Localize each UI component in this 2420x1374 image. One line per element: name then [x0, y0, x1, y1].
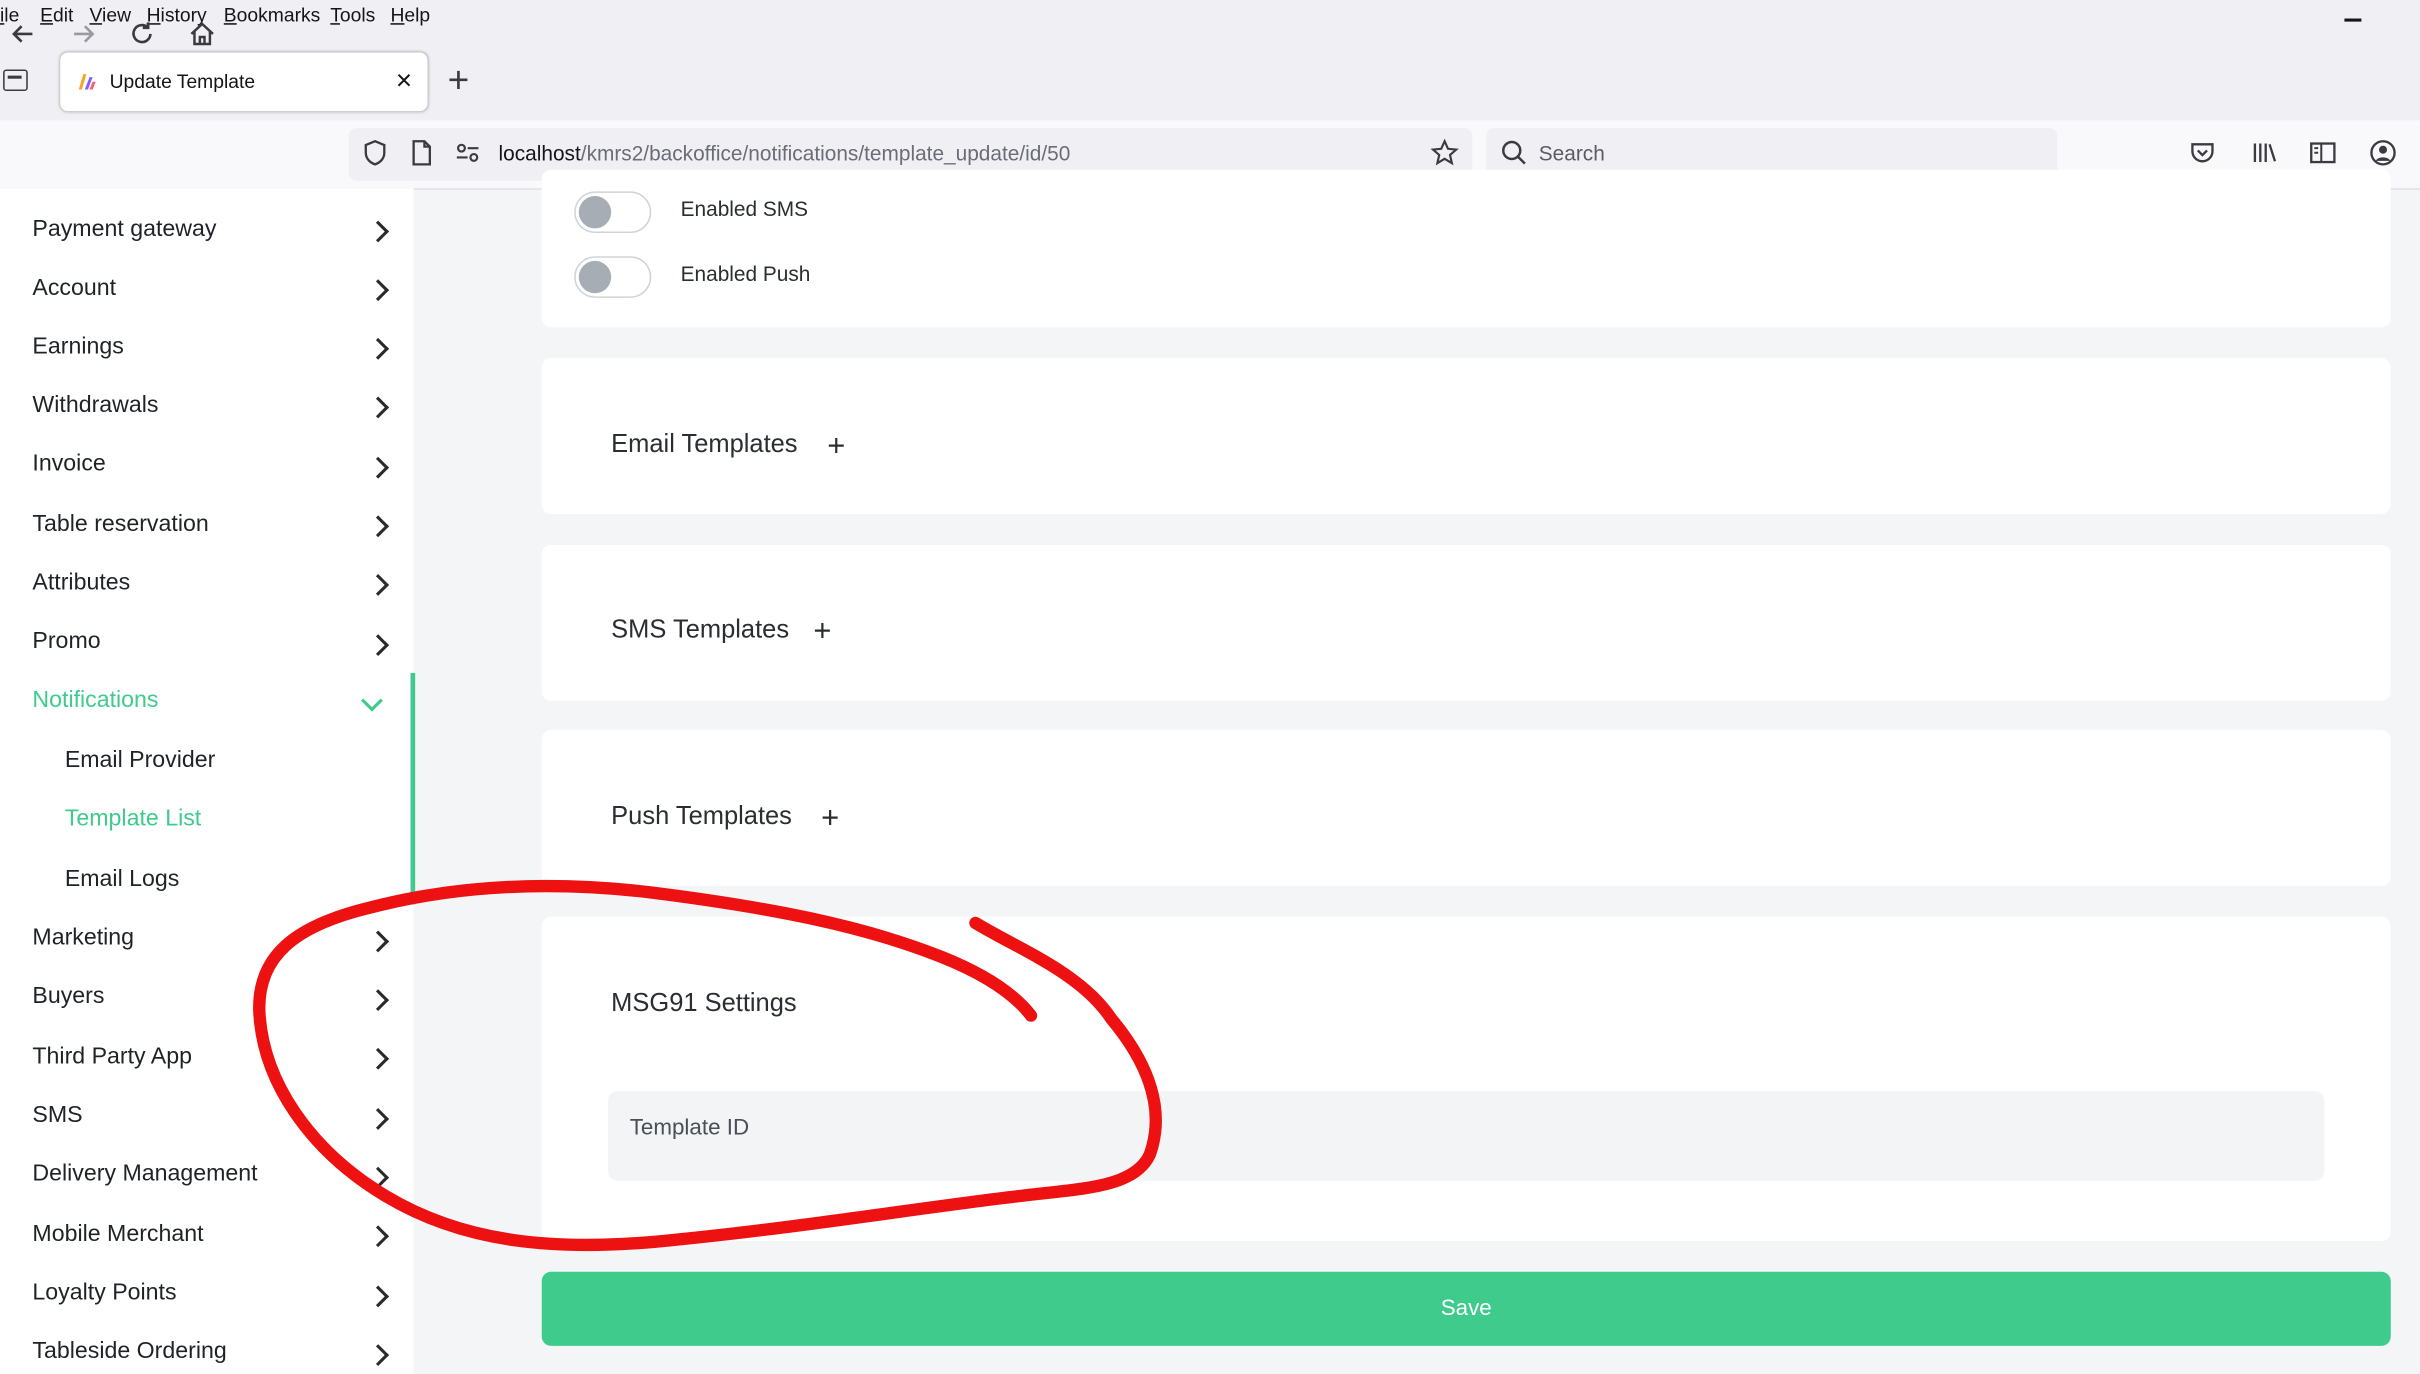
sidebar-scrollbar[interactable]	[410, 672, 416, 905]
enabled-push-label: Enabled Push	[680, 262, 811, 286]
enabled-push-toggle[interactable]	[574, 256, 652, 298]
sidebar-item-loyalty-points[interactable]: Loyalty Points	[32, 1279, 176, 1305]
sidebar-item-buyers[interactable]: Buyers	[32, 983, 104, 1009]
search-icon	[1502, 140, 1526, 165]
push-templates-card	[541, 730, 2391, 886]
sidebar-subitem-email-logs[interactable]: Email Logs	[65, 866, 180, 892]
reload-icon[interactable]	[127, 19, 158, 50]
close-tab-icon[interactable]: ×	[396, 65, 412, 96]
sidebar-item-account[interactable]: Account	[32, 275, 116, 301]
sidebar-subitem-email-provider[interactable]: Email Provider	[65, 747, 216, 773]
notification-channels-card	[541, 169, 2391, 328]
sidebar-item-withdrawals[interactable]: Withdrawals	[32, 392, 158, 418]
sidebar-item-invoice[interactable]: Invoice	[32, 451, 105, 477]
expand-sms-templates-icon[interactable]: +	[813, 616, 831, 647]
permissions-icon[interactable]	[452, 137, 483, 168]
menu-tools[interactable]: Tools	[330, 5, 375, 27]
sidebar-item-earnings[interactable]: Earnings	[32, 333, 123, 359]
template-id-label: Template ID	[629, 1115, 750, 1141]
url-path: /kmrs2/backoffice/notifications/template…	[580, 141, 1071, 166]
tab-update-template[interactable]: Update Template ×	[60, 52, 428, 112]
sidebar-item-delivery-management[interactable]: Delivery Management	[32, 1161, 257, 1187]
back-icon[interactable]	[8, 19, 39, 50]
sidebar-item-sms[interactable]: SMS	[32, 1102, 82, 1128]
sidebar-item-payment-gateway[interactable]: Payment gateway	[32, 216, 216, 242]
save-button[interactable]: Save	[541, 1271, 2391, 1346]
push-templates-title[interactable]: Push Templates	[611, 803, 792, 832]
url-text[interactable]: localhost/kmrs2/backoffice/notifications…	[499, 142, 1071, 165]
template-id-input[interactable]	[608, 1091, 2325, 1181]
sidebar-item-notifications[interactable]: Notifications	[32, 687, 158, 713]
tab-title: Update Template	[109, 70, 256, 93]
new-tab-icon[interactable]: +	[448, 61, 470, 102]
account-icon[interactable]	[2368, 137, 2399, 168]
bookmark-star-icon[interactable]	[1429, 137, 1460, 168]
home-icon[interactable]	[187, 19, 218, 50]
tab-list-icon[interactable]	[3, 69, 28, 92]
sidebar	[0, 188, 416, 1374]
library-icon[interactable]	[2249, 137, 2280, 168]
shield-icon[interactable]	[360, 137, 391, 168]
email-templates-card	[541, 358, 2391, 514]
search-placeholder: Search	[1538, 141, 1605, 166]
sidebar-item-attributes[interactable]: Attributes	[32, 570, 130, 596]
sidebar-subitem-template-list[interactable]: Template List	[65, 806, 201, 832]
url-host: localhost	[498, 141, 581, 166]
page-icon[interactable]	[406, 137, 437, 168]
expand-push-templates-icon[interactable]: +	[821, 803, 839, 834]
sidebar-item-table-reservation[interactable]: Table reservation	[32, 511, 208, 537]
menu-help[interactable]: Help	[390, 5, 430, 27]
sidebar-item-marketing[interactable]: Marketing	[32, 924, 134, 950]
sidebar-toggle-icon[interactable]	[2307, 137, 2338, 168]
forward-icon[interactable]	[68, 19, 99, 50]
expand-email-templates-icon[interactable]: +	[827, 431, 845, 462]
sms-templates-title[interactable]: SMS Templates	[611, 616, 789, 645]
email-templates-title[interactable]: Email Templates	[611, 431, 797, 460]
enabled-sms-toggle[interactable]	[574, 191, 652, 234]
sidebar-item-mobile-merchant[interactable]: Mobile Merchant	[32, 1221, 203, 1247]
enabled-sms-label: Enabled SMS	[680, 197, 809, 221]
sidebar-item-tableside-ordering[interactable]: Tableside Ordering	[32, 1338, 226, 1364]
sidebar-item-promo[interactable]: Promo	[32, 628, 100, 654]
msg91-settings-card	[541, 916, 2391, 1241]
menu-bookmarks[interactable]: Bookmarks	[224, 5, 321, 27]
msg91-settings-title: MSG91 Settings	[611, 989, 797, 1018]
minimize-icon[interactable]	[2344, 18, 2362, 21]
favicon-icon	[78, 74, 96, 90]
menu-bar: ile Edit View History Bookmarks Tools He…	[0, 0, 2420, 34]
pocket-icon[interactable]	[2187, 137, 2218, 168]
sidebar-item-third-party-app[interactable]: Third Party App	[32, 1043, 192, 1069]
